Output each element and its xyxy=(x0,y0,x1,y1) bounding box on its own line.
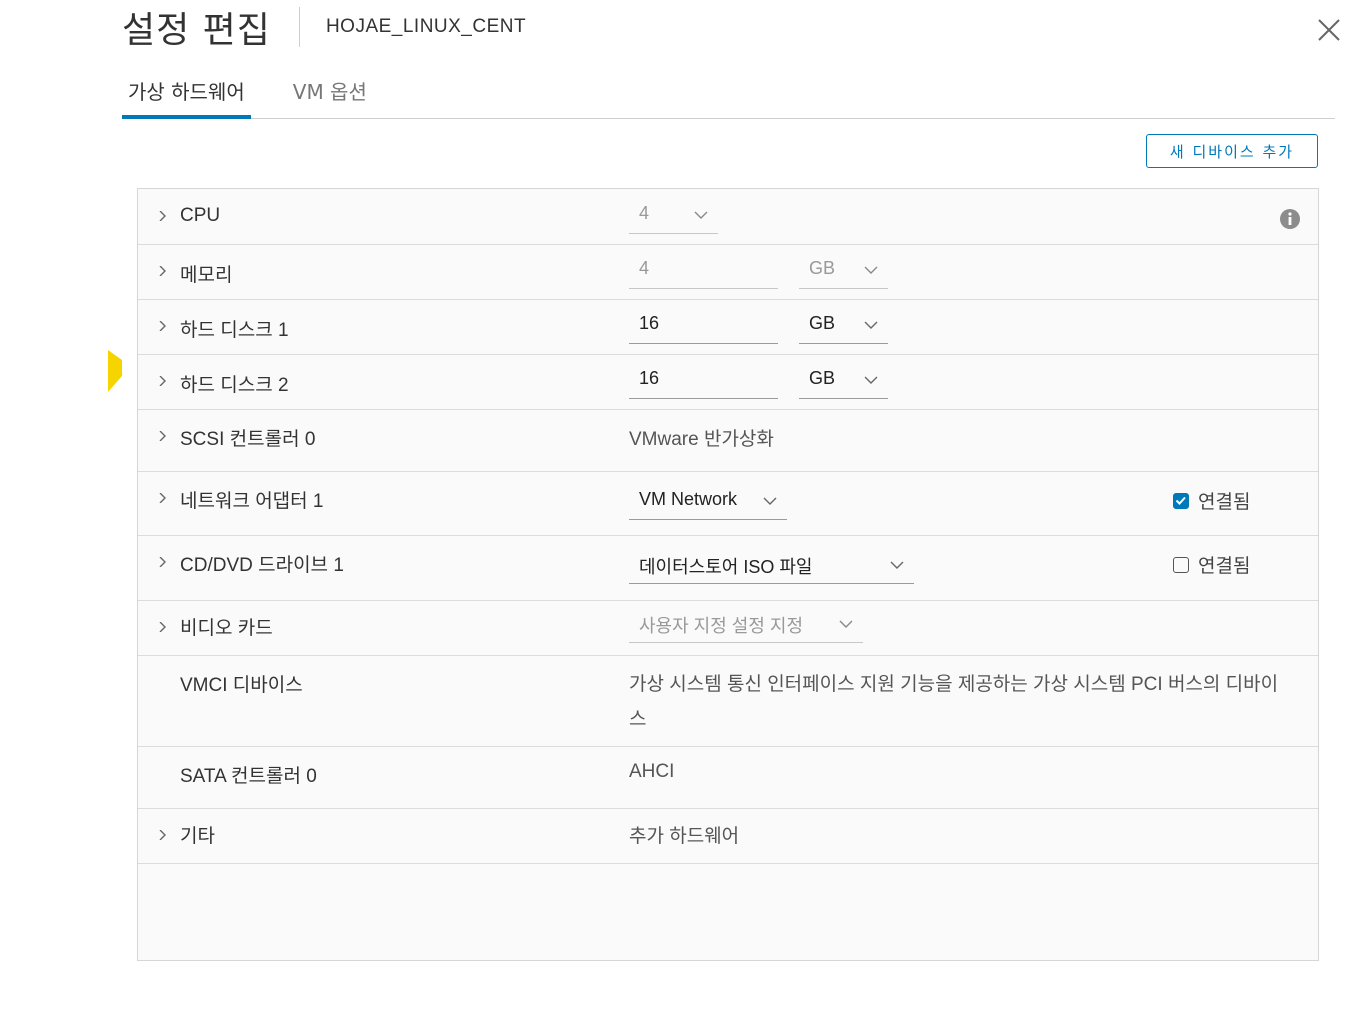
chevron-right-icon[interactable] xyxy=(158,376,168,386)
network-connected-checkbox[interactable]: 연결됨 xyxy=(1173,487,1250,514)
hard-disk-2-value: 16 xyxy=(639,368,660,388)
scsi-label: SCSI 컨트롤러 0 xyxy=(180,429,316,450)
video-card-label: 비디오 카드 xyxy=(180,618,273,639)
cd-dvd-value: 데이터스토어 ISO 파일 xyxy=(639,557,813,577)
hard-disk-1-label: 하드 디스크 1 xyxy=(180,320,289,341)
hard-disk-1-unit: GB xyxy=(809,313,836,333)
sata-value: AHCI xyxy=(629,761,675,782)
chevron-right-icon[interactable] xyxy=(158,266,168,276)
tab-bar: 가상 하드웨어 VM 옵션 xyxy=(122,74,1335,119)
chevron-right-icon[interactable] xyxy=(158,321,168,331)
chevron-right-icon[interactable] xyxy=(158,557,168,567)
chevron-down-icon xyxy=(890,561,904,569)
chevron-right-icon[interactable] xyxy=(158,622,168,632)
chevron-right-icon[interactable] xyxy=(158,211,168,221)
cd-dvd-connected-checkbox[interactable]: 연결됨 xyxy=(1173,551,1250,578)
row-sata-controller: SATA 컨트롤러 0 AHCI xyxy=(138,746,1318,809)
other-label: 기타 xyxy=(180,826,215,847)
vm-name: HOJAE_LINUX_CENT xyxy=(325,16,527,37)
chevron-right-icon[interactable] xyxy=(158,830,168,840)
row-cd-dvd-drive: CD/DVD 드라이브 1 데이터스토어 ISO 파일 연결됨 xyxy=(138,535,1318,601)
hard-disk-1-size-input[interactable]: 16 xyxy=(629,309,778,344)
row-network-adapter: 네트워크 어댑터 1 VM Network 연결됨 xyxy=(138,471,1318,536)
cd-dvd-connected-label: 연결됨 xyxy=(1198,555,1251,577)
scsi-value: VMware 반가상화 xyxy=(629,429,774,450)
network-connected-label: 연결됨 xyxy=(1198,491,1251,513)
memory-unit: GB xyxy=(809,258,836,278)
tab-virtual-hardware[interactable]: 가상 하드웨어 xyxy=(122,74,251,119)
info-icon[interactable] xyxy=(1279,208,1301,230)
row-memory: 메모리 4 GB xyxy=(138,244,1318,300)
network-select[interactable]: VM Network xyxy=(629,485,787,520)
dialog-header: 설정 편집 HOJAE_LINUX_CENT xyxy=(122,2,526,52)
hard-disk-1-unit-select[interactable]: GB xyxy=(799,309,888,344)
sata-label: SATA 컨트롤러 0 xyxy=(180,766,317,787)
video-card-value: 사용자 지정 설정 지정 xyxy=(639,616,804,636)
chevron-down-icon xyxy=(864,376,878,384)
hard-disk-2-unit: GB xyxy=(809,368,836,388)
checkbox-checked-icon[interactable] xyxy=(1173,492,1189,509)
checkbox-unchecked-icon[interactable] xyxy=(1173,556,1189,573)
network-value: VM Network xyxy=(639,489,738,509)
row-video-card: 비디오 카드 사용자 지정 설정 지정 xyxy=(138,600,1318,656)
chevron-right-icon[interactable] xyxy=(158,493,168,503)
hard-disk-1-value: 16 xyxy=(639,313,660,333)
memory-label: 메모리 xyxy=(180,265,233,286)
hard-disk-2-size-input[interactable]: 16 xyxy=(629,364,778,399)
add-device-button[interactable]: 새 디바이스 추가 xyxy=(1146,134,1318,168)
chevron-down-icon xyxy=(864,321,878,329)
memory-input[interactable]: 4 xyxy=(629,254,778,289)
memory-value: 4 xyxy=(639,258,650,278)
vmci-description: 가상 시스템 통신 인터페이스 지원 기능을 제공하는 가상 시스템 PCI 버… xyxy=(629,674,1279,730)
tab-vm-options[interactable]: VM 옵션 xyxy=(287,74,373,118)
cpu-select[interactable]: 4 xyxy=(629,199,718,234)
row-other: 기타 추가 하드웨어 xyxy=(138,808,1318,864)
title-divider xyxy=(298,7,300,47)
network-adapter-label: 네트워크 어댑터 1 xyxy=(180,491,324,512)
row-cpu: CPU 4 xyxy=(138,189,1318,245)
row-vmci-device: VMCI 디바이스 가상 시스템 통신 인터페이스 지원 기능을 제공하는 가상… xyxy=(138,655,1318,747)
yellow-marker xyxy=(108,350,122,392)
cpu-value: 4 xyxy=(639,203,650,223)
chevron-down-icon xyxy=(694,211,708,219)
memory-unit-select[interactable]: GB xyxy=(799,254,888,289)
hardware-panel: CPU 4 메모리 4 GB 하드 디스크 1 16 GB 하드 디스크 2 1… xyxy=(137,188,1319,961)
vmci-label: VMCI 디바이스 xyxy=(180,675,303,696)
video-card-select[interactable]: 사용자 지정 설정 지정 xyxy=(629,608,863,643)
hard-disk-2-label: 하드 디스크 2 xyxy=(180,375,289,396)
row-scsi-controller: SCSI 컨트롤러 0 VMware 반가상화 xyxy=(138,409,1318,472)
close-icon[interactable] xyxy=(1315,16,1343,44)
row-hard-disk-1: 하드 디스크 1 16 GB xyxy=(138,299,1318,355)
hard-disk-2-unit-select[interactable]: GB xyxy=(799,364,888,399)
cd-dvd-label: CD/DVD 드라이브 1 xyxy=(180,555,344,576)
cd-dvd-select[interactable]: 데이터스토어 ISO 파일 xyxy=(629,549,914,584)
cpu-label: CPU xyxy=(180,205,221,226)
row-hard-disk-2: 하드 디스크 2 16 GB xyxy=(138,354,1318,410)
chevron-down-icon xyxy=(864,266,878,274)
chevron-down-icon xyxy=(839,620,853,628)
chevron-right-icon[interactable] xyxy=(158,431,168,441)
chevron-down-icon xyxy=(763,497,777,505)
other-value: 추가 하드웨어 xyxy=(629,826,740,847)
dialog-title: 설정 편집 xyxy=(122,10,271,51)
